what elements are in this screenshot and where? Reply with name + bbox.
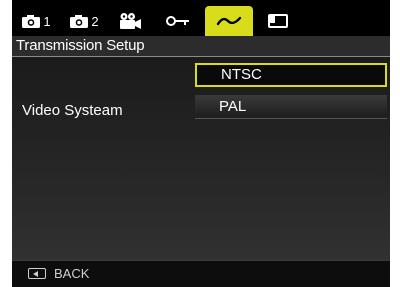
tab-connection[interactable] xyxy=(205,6,253,36)
settings-panel: Video Systeam NTSC PAL xyxy=(12,57,390,260)
tab-camera-2[interactable]: 2 xyxy=(62,6,106,36)
tab-number: 1 xyxy=(43,13,51,29)
movie-camera-icon xyxy=(120,13,141,29)
tab-movie[interactable] xyxy=(110,6,150,36)
back-label: BACK xyxy=(54,266,90,281)
option-ntsc[interactable]: NTSC xyxy=(195,63,387,87)
page-title: Transmission Setup xyxy=(16,37,145,54)
footer-bar: BACK xyxy=(12,260,390,287)
camera-menu-screen: 1 2 Transmission Setup Video Systeam NTS… xyxy=(12,0,390,287)
card-icon xyxy=(268,14,288,28)
page-title-bar: Transmission Setup xyxy=(12,36,390,57)
key-icon xyxy=(166,16,189,26)
camera-icon xyxy=(22,14,41,28)
tab-number: 2 xyxy=(91,13,99,29)
tab-setup[interactable] xyxy=(158,6,198,36)
option-label: NTSC xyxy=(221,66,262,83)
tab-bar: 1 2 xyxy=(12,6,390,36)
video-system-label: Video Systeam xyxy=(22,102,123,119)
option-label: PAL xyxy=(219,98,247,115)
camera-icon xyxy=(70,14,89,28)
back-button-icon[interactable] xyxy=(28,268,46,279)
tab-memory-card[interactable] xyxy=(258,6,298,36)
option-pal[interactable]: PAL xyxy=(195,95,387,119)
tab-camera-1[interactable]: 1 xyxy=(14,6,58,36)
wave-icon xyxy=(216,16,242,26)
